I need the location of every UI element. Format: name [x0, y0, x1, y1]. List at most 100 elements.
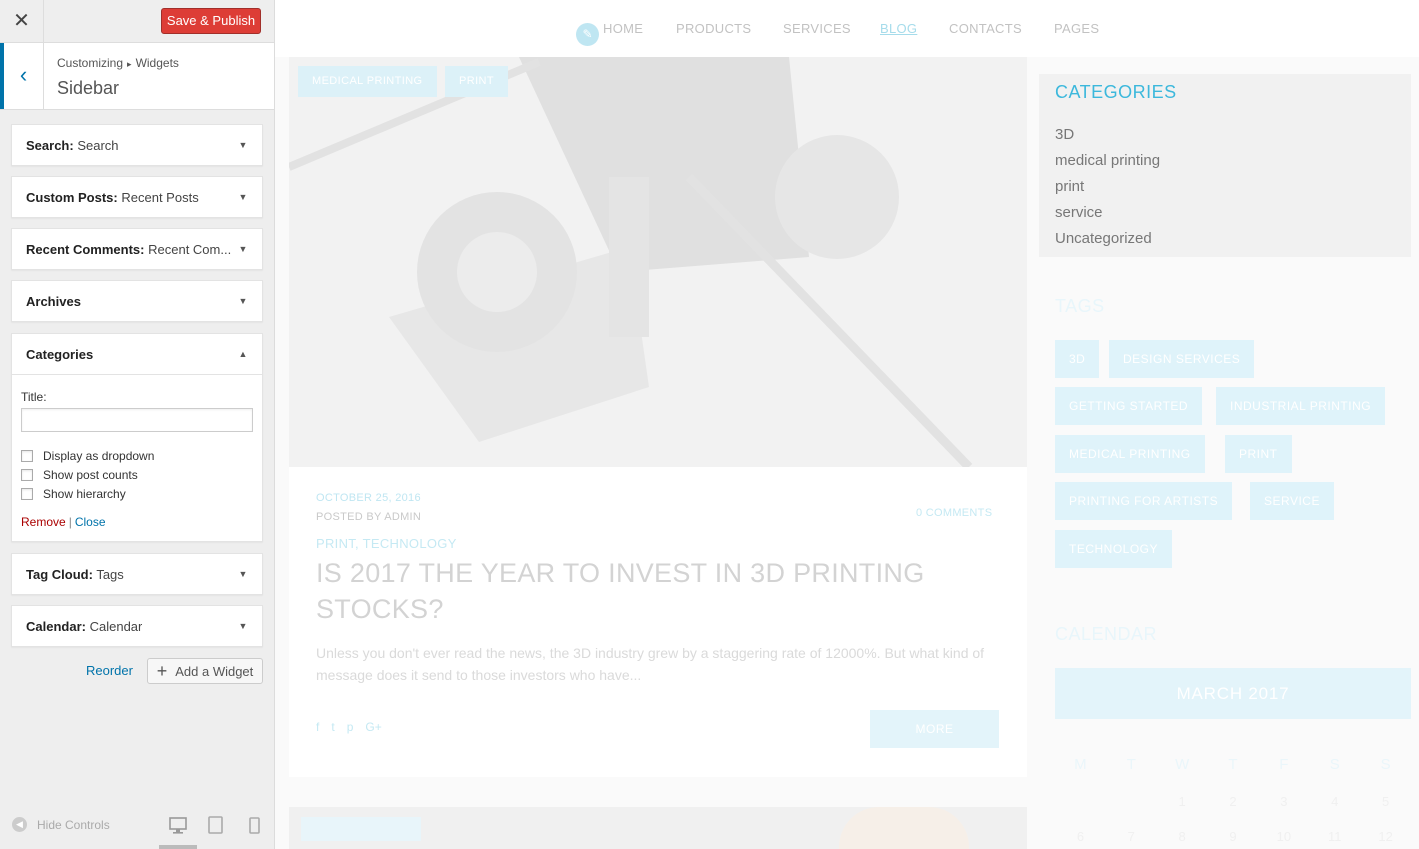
show-hierarchy-row[interactable]: Show hierarchy: [21, 487, 253, 501]
twitter-icon[interactable]: t: [331, 720, 334, 734]
nav-products[interactable]: PRODUCTS: [676, 21, 751, 36]
widget-search[interactable]: Search: Search ▼: [11, 124, 263, 166]
active-device-indicator: [159, 845, 197, 849]
expand-arrow-icon[interactable]: ▼: [238, 140, 248, 150]
widget-archives[interactable]: Archives ▼: [11, 280, 263, 322]
weekday-label: S: [1380, 756, 1391, 773]
expand-arrow-icon[interactable]: ▼: [238, 296, 248, 306]
calendar-day: 5: [1381, 794, 1390, 809]
post-comments-link[interactable]: 0 COMMENTS: [916, 507, 992, 519]
widget-actions: Remove | Close: [21, 515, 253, 529]
calendar-day: 11: [1327, 829, 1342, 844]
tag-link[interactable]: MEDICAL PRINTING: [1055, 435, 1205, 473]
tag-link[interactable]: 3D: [1055, 340, 1100, 378]
remove-link[interactable]: Remove: [21, 515, 66, 529]
add-widget-button[interactable]: + Add a Widget: [147, 658, 263, 684]
title-label: Title:: [21, 390, 47, 404]
expand-arrow-icon[interactable]: ▼: [238, 569, 248, 579]
widget-subtitle: Recent Com...: [148, 241, 232, 257]
category-link[interactable]: medical printing: [1055, 152, 1160, 169]
calendar-month: MARCH 2017: [1055, 668, 1411, 719]
nav-home[interactable]: HOME: [603, 21, 643, 36]
edit-shortcut-icon[interactable]: ✎: [576, 23, 599, 46]
widget-recent-comments[interactable]: Recent Comments: Recent Com... ▼: [11, 228, 263, 270]
expand-arrow-icon[interactable]: ▼: [238, 621, 248, 631]
close-link[interactable]: Close: [75, 515, 106, 529]
save-publish-button[interactable]: Save & Publish: [161, 8, 261, 34]
weekday-label: T: [1228, 756, 1238, 773]
tag-link[interactable]: PRINTING FOR ARTISTS: [1055, 482, 1233, 520]
tag-link[interactable]: SERVICE: [1250, 482, 1334, 520]
customizer-footer: ◀ Hide Controls: [0, 805, 274, 849]
nav-contacts[interactable]: CONTACTS: [949, 21, 1022, 36]
post-author: POSTED BY ADMIN: [316, 511, 422, 523]
pinterest-icon[interactable]: p: [347, 720, 354, 734]
calendar-day: [1055, 794, 1106, 809]
reorder-link[interactable]: Reorder: [86, 663, 133, 678]
facebook-icon[interactable]: f: [316, 720, 319, 734]
tag-link[interactable]: PRINT: [1225, 435, 1292, 473]
more-button[interactable]: MORE: [870, 710, 999, 748]
widget-calendar[interactable]: Calendar: Calendar ▼: [11, 605, 263, 647]
category-link[interactable]: service: [1055, 204, 1103, 221]
show-post-counts-checkbox[interactable]: [21, 469, 33, 481]
nav-services[interactable]: SERVICES: [783, 21, 851, 36]
printer-illustration: [289, 57, 1027, 467]
calendar-week: 1 2 3 4 5: [1055, 794, 1411, 809]
show-hierarchy-label: Show hierarchy: [43, 487, 126, 501]
expand-arrow-icon[interactable]: ▼: [238, 192, 248, 202]
collapse-icon: ◀: [12, 817, 27, 832]
calendar-day: 2: [1229, 794, 1237, 809]
google-plus-icon[interactable]: G+: [365, 720, 381, 734]
display-dropdown-row[interactable]: Display as dropdown: [21, 449, 253, 463]
calendar-day: 10: [1276, 829, 1292, 844]
calendar-day: 6: [1076, 829, 1085, 844]
widget-name: Categories: [26, 346, 94, 362]
post-categories[interactable]: PRINT, TECHNOLOGY: [316, 536, 457, 551]
widget-name: Archives: [26, 293, 81, 309]
post-badge[interactable]: MEDICAL PRINTING: [298, 66, 437, 97]
calendar-day: 9: [1229, 829, 1237, 844]
calendar-weekdays: M T W T F S S: [1055, 756, 1411, 773]
tag-link[interactable]: DESIGN SERVICES: [1109, 340, 1255, 378]
post-image-fragment: [839, 807, 969, 849]
show-post-counts-row[interactable]: Show post counts: [21, 468, 253, 482]
expand-arrow-icon[interactable]: ▼: [238, 244, 248, 254]
mobile-preview-icon[interactable]: [246, 815, 264, 835]
close-icon[interactable]: ✕: [0, 0, 44, 42]
nav-pages[interactable]: PAGES: [1054, 21, 1099, 36]
show-hierarchy-checkbox[interactable]: [21, 488, 33, 500]
tag-link[interactable]: GETTING STARTED: [1055, 387, 1203, 425]
tag-link[interactable]: TECHNOLOGY: [1055, 530, 1173, 568]
widget-categories[interactable]: Categories ▲ Title: Display as dropdown …: [11, 333, 263, 542]
weekday-label: T: [1126, 756, 1136, 773]
breadcrumb-customizing: Customizing: [57, 56, 124, 70]
nav-blog[interactable]: BLOG: [880, 21, 917, 36]
desktop-preview-icon[interactable]: [169, 815, 187, 835]
back-arrow-icon[interactable]: ‹: [0, 43, 44, 109]
display-dropdown-checkbox[interactable]: [21, 450, 33, 462]
collapse-arrow-icon[interactable]: ▲: [238, 349, 248, 359]
tag-link[interactable]: INDUSTRIAL PRINTING: [1216, 387, 1386, 425]
category-link[interactable]: print: [1055, 178, 1084, 195]
breadcrumb-widgets: Widgets: [135, 56, 179, 70]
category-link[interactable]: Uncategorized: [1055, 230, 1152, 247]
section-title: Sidebar: [57, 78, 120, 98]
post-date: OCTOBER 25, 2016: [316, 492, 421, 504]
widget-custom-posts[interactable]: Custom Posts: Recent Posts ▼: [11, 176, 263, 218]
calendar-day: 3: [1280, 794, 1288, 809]
calendar-title: CALENDAR: [1055, 624, 1158, 644]
categories-title: CATEGORIES: [1055, 82, 1177, 102]
calendar-day: 12: [1378, 829, 1393, 844]
widget-tag-cloud[interactable]: Tag Cloud: Tags ▼: [11, 553, 263, 595]
tablet-preview-icon[interactable]: [207, 815, 225, 835]
post-title[interactable]: IS 2017 THE YEAR TO INVEST IN 3D PRINTIN…: [316, 555, 996, 627]
widget-subtitle: Search: [77, 137, 119, 153]
calendar-day: [1106, 794, 1157, 809]
category-link[interactable]: 3D: [1055, 126, 1074, 143]
post-badge[interactable]: PRINT: [445, 66, 508, 97]
title-input[interactable]: [21, 408, 253, 432]
widget-name: Custom Posts: [26, 189, 114, 205]
hide-controls-button[interactable]: ◀ Hide Controls: [12, 817, 110, 832]
hide-controls-label: Hide Controls: [37, 817, 110, 832]
